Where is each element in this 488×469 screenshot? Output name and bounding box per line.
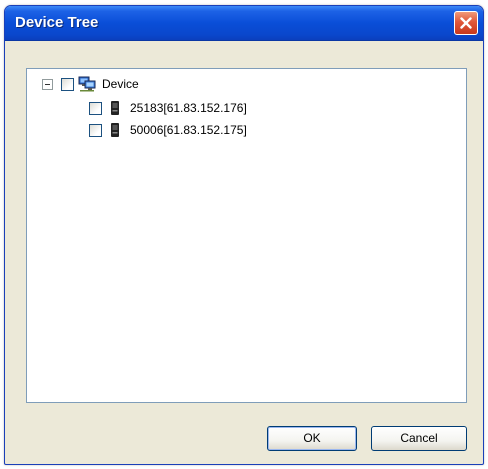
close-icon xyxy=(460,17,472,29)
ok-button[interactable]: OK xyxy=(267,426,357,451)
device-checkbox[interactable] xyxy=(61,77,74,91)
device-tree-panel[interactable]: Device 25183[61.83.152.176] 50006[61.83.… xyxy=(26,68,467,403)
tree-node-device-25183[interactable]: 25183[61.83.152.176] xyxy=(89,99,247,117)
device-50006-checkbox[interactable] xyxy=(89,123,102,137)
device-25183-label: 25183[61.83.152.176] xyxy=(130,101,247,115)
device-tree-dialog: Device Tree Device 25183[61.83.152.176] … xyxy=(4,5,484,465)
device-icon xyxy=(106,100,124,116)
network-computers-icon xyxy=(78,76,96,92)
window-title: Device Tree xyxy=(15,14,99,31)
device-icon xyxy=(106,122,124,138)
tree-node-device-50006[interactable]: 50006[61.83.152.175] xyxy=(89,121,247,139)
device-root-label: Device xyxy=(102,77,139,91)
close-button[interactable] xyxy=(454,11,478,35)
tree-node-device[interactable]: Device xyxy=(42,75,139,93)
collapse-toggle[interactable] xyxy=(42,78,53,90)
device-25183-checkbox[interactable] xyxy=(89,101,102,115)
cancel-button[interactable]: Cancel xyxy=(371,426,467,451)
title-bar[interactable]: Device Tree xyxy=(5,6,483,41)
device-50006-label: 50006[61.83.152.175] xyxy=(130,123,247,137)
